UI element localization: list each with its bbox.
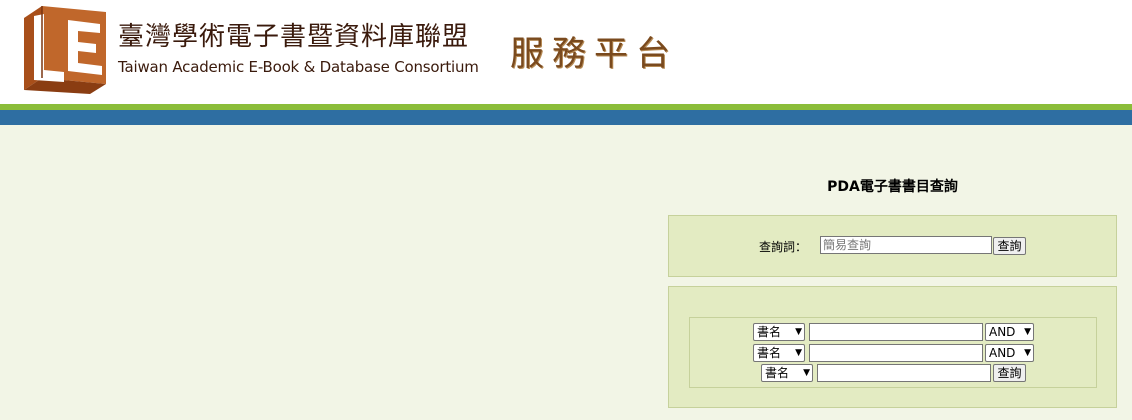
keyword-input-3[interactable]: [817, 364, 991, 382]
chevron-down-icon: ▼: [1024, 348, 1031, 358]
page-title: PDA電子書書目查詢: [827, 179, 958, 195]
header-blue-stripe: [0, 110, 1132, 125]
simple-search-input[interactable]: [820, 236, 992, 254]
operator-select-1[interactable]: AND ▼: [985, 323, 1034, 341]
field-select-2-value: 書名: [757, 346, 782, 360]
consortium-title-zh: 臺灣學術電子書暨資料庫聯盟: [118, 22, 470, 52]
advanced-search-fields: 書名 ▼ AND ▼ 書名 ▼ AND ▼ 書名 ▼ 查詢: [689, 317, 1097, 388]
service-platform-label: 服務平台: [510, 34, 678, 74]
site-header: 臺灣學術電子書暨資料庫聯盟 Taiwan Academic E-Book & D…: [0, 0, 1132, 104]
keyword-input-1[interactable]: [809, 323, 983, 341]
field-select-3-value: 書名: [765, 366, 790, 380]
chevron-down-icon: ▼: [1024, 327, 1031, 337]
operator-select-2-value: AND: [989, 346, 1016, 360]
simple-search-button[interactable]: 查詢: [993, 237, 1026, 255]
chevron-down-icon: ▼: [803, 368, 810, 378]
field-select-3[interactable]: 書名 ▼: [761, 364, 813, 382]
chevron-down-icon: ▼: [795, 348, 802, 358]
simple-search-panel: 查詢詞： 查詢: [668, 215, 1117, 277]
advanced-search-button[interactable]: 查詢: [993, 364, 1026, 382]
field-select-2[interactable]: 書名 ▼: [753, 344, 805, 362]
field-select-1-value: 書名: [757, 325, 782, 339]
operator-select-2[interactable]: AND ▼: [985, 344, 1034, 362]
consortium-logo-icon: [24, 6, 106, 94]
advanced-search-panel: 書名 ▼ AND ▼ 書名 ▼ AND ▼ 書名 ▼ 查詢: [668, 286, 1117, 408]
operator-select-1-value: AND: [989, 325, 1016, 339]
field-select-1[interactable]: 書名 ▼: [753, 323, 805, 341]
chevron-down-icon: ▼: [795, 327, 802, 337]
consortium-title-en: Taiwan Academic E-Book & Database Consor…: [118, 58, 479, 76]
query-label: 查詢詞：: [759, 240, 808, 254]
keyword-input-2[interactable]: [809, 344, 983, 362]
